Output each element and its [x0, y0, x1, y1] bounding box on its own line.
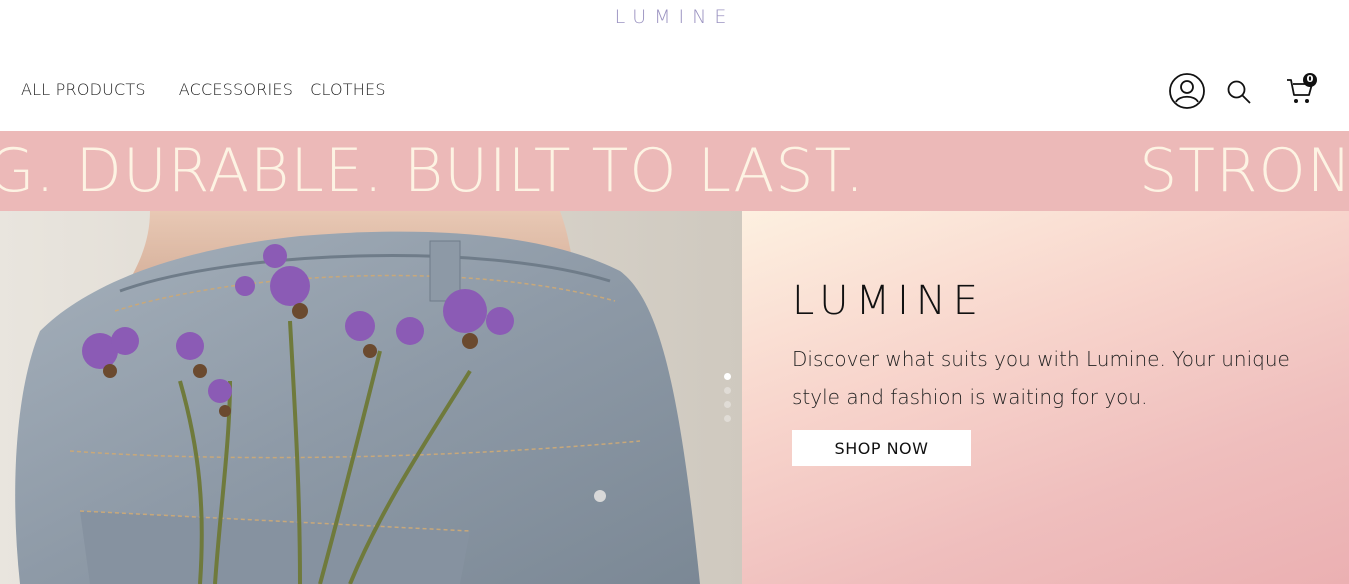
- slider-dot-2[interactable]: [724, 387, 731, 394]
- nav-clothes[interactable]: CLOTHES: [310, 80, 386, 99]
- site-logo[interactable]: LUMINE: [0, 6, 1349, 28]
- shop-now-button[interactable]: SHOP NOW: [792, 430, 971, 466]
- slider-dot-4[interactable]: [724, 415, 731, 422]
- hero-title: LUMINE: [792, 278, 986, 324]
- jeans-with-flowers-illustration: [0, 211, 742, 584]
- marquee-text-1: G. DURABLE. BUILT TO LAST.: [0, 136, 866, 206]
- slider-dot-3[interactable]: [724, 401, 731, 408]
- slider-dot-1[interactable]: [724, 373, 731, 380]
- user-icon[interactable]: [1168, 72, 1206, 114]
- marquee-text: G. DURABLE. BUILT TO LAST. STRONG: [0, 137, 1349, 205]
- slider-dots: [724, 373, 732, 429]
- hero-subtitle: Discover what suits you with Lumine. You…: [792, 347, 1290, 409]
- cart-count-badge: 0: [1303, 73, 1317, 87]
- main-nav: ALL PRODUCTS ACCESSORIES CLOTHES: [21, 80, 386, 99]
- nav-all-products[interactable]: ALL PRODUCTS: [21, 80, 146, 99]
- marquee-text-2: STRONG: [1139, 136, 1349, 206]
- search-icon[interactable]: [1226, 79, 1252, 109]
- nav-accessories[interactable]: ACCESSORIES: [179, 80, 293, 99]
- promo-marquee: G. DURABLE. BUILT TO LAST. STRONG: [0, 131, 1349, 211]
- hero-image: [0, 211, 742, 584]
